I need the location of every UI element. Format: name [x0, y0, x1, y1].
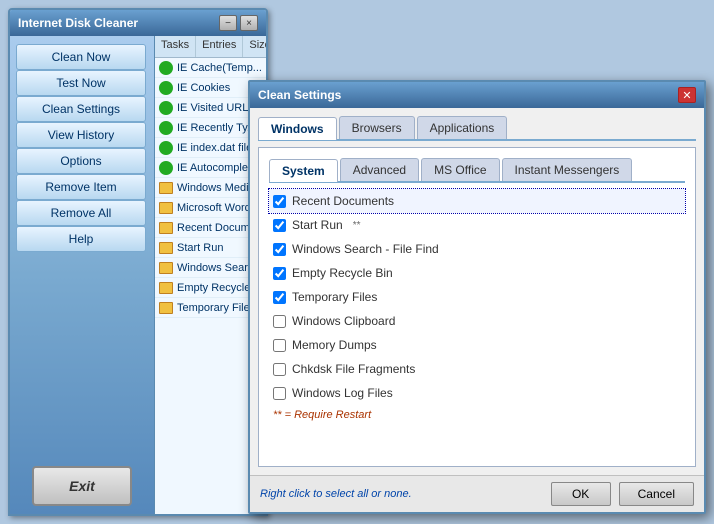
outer-tab-windows[interactable]: Windows [258, 117, 337, 140]
task-name-label: IE Visited URL... [177, 102, 258, 114]
col-entries: Entries [196, 36, 243, 57]
require-restart-hint: ** = Require Restart [269, 405, 685, 425]
outer-tab-row: WindowsBrowsersApplications [258, 116, 696, 141]
inner-tab-ms-office[interactable]: MS Office [421, 158, 499, 181]
green-dot-icon [159, 141, 173, 155]
sidebar-btn-remove-item[interactable]: Remove Item [16, 174, 146, 200]
inner-tab-instant-messengers[interactable]: Instant Messengers [502, 158, 633, 181]
task-name-label: IE Cache(Temp... [177, 62, 262, 74]
checkbox-memory-dumps[interactable] [273, 339, 286, 352]
tasks-header: Tasks Entries Size(KB) Status [155, 36, 266, 58]
inner-tab-system[interactable]: System [269, 159, 338, 182]
green-dot-icon [159, 81, 173, 95]
dialog-title: Clean Settings [258, 88, 341, 102]
ok-button[interactable]: OK [551, 482, 611, 506]
folder-icon [159, 201, 173, 215]
exit-button[interactable]: Exit [32, 466, 132, 506]
cancel-button[interactable]: Cancel [619, 482, 694, 506]
checkbox-empty-recycle-bin[interactable] [273, 267, 286, 280]
main-titlebar: Internet Disk Cleaner − × [10, 10, 266, 36]
checkbox-start-run[interactable] [273, 219, 286, 232]
right-click-hint: Right click to select all or none. [260, 488, 412, 500]
minimize-button[interactable]: − [219, 15, 237, 31]
folder-icon [159, 181, 173, 195]
green-dot-icon [159, 161, 173, 175]
checkbox-label-windows-search: Windows Search - File Find [292, 242, 439, 256]
checkbox-row-start-run: Start Run ** [269, 213, 685, 237]
outer-tab-applications[interactable]: Applications [417, 116, 508, 139]
checkbox-label-chkdsk-file-fragments: Chkdsk File Fragments [292, 362, 415, 376]
folder-icon [159, 301, 173, 315]
dialog-footer: Right click to select all or none. OK Ca… [250, 475, 704, 512]
checkbox-chkdsk-file-fragments[interactable] [273, 363, 286, 376]
main-window: Internet Disk Cleaner − × Clean NowTest … [8, 8, 268, 516]
checkbox-row-empty-recycle-bin: Empty Recycle Bin [269, 261, 685, 285]
checkbox-recent-documents[interactable] [273, 195, 286, 208]
dialog-body: WindowsBrowsersApplications SystemAdvanc… [250, 108, 704, 475]
sidebar-btn-clean-now[interactable]: Clean Now [16, 44, 146, 70]
dialog-titlebar: Clean Settings ✕ [250, 82, 704, 108]
checkbox-row-temporary-files: Temporary Files [269, 285, 685, 309]
checkbox-label-recent-documents: Recent Documents [292, 194, 394, 208]
checkbox-label-windows-clipboard: Windows Clipboard [292, 314, 395, 328]
folder-icon [159, 281, 173, 295]
dialog-close-button[interactable]: ✕ [678, 87, 696, 103]
checkbox-row-recent-documents: Recent Documents [269, 189, 685, 213]
checkbox-label-memory-dumps: Memory Dumps [292, 338, 377, 352]
inner-panel: SystemAdvancedMS OfficeInstant Messenger… [258, 147, 696, 467]
checkbox-label-temporary-files: Temporary Files [292, 290, 377, 304]
footer-buttons: OK Cancel [551, 482, 694, 506]
inner-tab-advanced[interactable]: Advanced [340, 158, 419, 181]
sidebar-btn-view-history[interactable]: View History [16, 122, 146, 148]
task-name-label: Temporary Files [177, 302, 255, 314]
checkbox-row-chkdsk-file-fragments: Chkdsk File Fragments [269, 357, 685, 381]
checkbox-label-empty-recycle-bin: Empty Recycle Bin [292, 266, 393, 280]
checkbox-windows-search[interactable] [273, 243, 286, 256]
checkbox-temporary-files[interactable] [273, 291, 286, 304]
task-name-label: IE Cookies [177, 82, 230, 94]
checkbox-windows-clipboard[interactable] [273, 315, 286, 328]
sidebar-btn-test-now[interactable]: Test Now [16, 70, 146, 96]
folder-icon [159, 261, 173, 275]
folder-icon [159, 221, 173, 235]
green-dot-icon [159, 121, 173, 135]
checkbox-row-windows-log-files: Windows Log Files [269, 381, 685, 405]
checkbox-suffix-start-run: ** [353, 220, 361, 231]
close-button[interactable]: × [240, 15, 258, 31]
checkbox-label-windows-log-files: Windows Log Files [292, 386, 393, 400]
outer-tab-browsers[interactable]: Browsers [339, 116, 415, 139]
sidebar-btn-help[interactable]: Help [16, 226, 146, 252]
checkbox-row-windows-clipboard: Windows Clipboard [269, 309, 685, 333]
main-window-title: Internet Disk Cleaner [18, 16, 138, 30]
clean-settings-dialog: Clean Settings ✕ WindowsBrowsersApplicat… [248, 80, 706, 514]
sidebar-btn-remove-all[interactable]: Remove All [16, 200, 146, 226]
checkbox-label-start-run: Start Run [292, 218, 343, 232]
folder-icon [159, 241, 173, 255]
sidebar: Clean NowTest NowClean SettingsView Hist… [10, 36, 155, 514]
task-name-label: Start Run [177, 242, 223, 254]
titlebar-controls: − × [219, 15, 258, 31]
sidebar-btn-options[interactable]: Options [16, 148, 146, 174]
green-dot-icon [159, 61, 173, 75]
checkbox-windows-log-files[interactable] [273, 387, 286, 400]
col-size: Size(KB) [243, 36, 266, 57]
col-tasks: Tasks [155, 36, 196, 57]
checkbox-row-windows-search: Windows Search - File Find [269, 237, 685, 261]
checkbox-list: Recent Documents Start Run ** Windows Searc… [269, 189, 685, 405]
main-body: Clean NowTest NowClean SettingsView Hist… [10, 36, 266, 514]
sidebar-btn-clean-settings[interactable]: Clean Settings [16, 96, 146, 122]
sidebar-spacer [16, 256, 148, 264]
inner-tab-row: SystemAdvancedMS OfficeInstant Messenger… [269, 158, 685, 183]
green-dot-icon [159, 101, 173, 115]
checkbox-row-memory-dumps: Memory Dumps [269, 333, 685, 357]
task-name-label: IE Recently Ty... [177, 122, 256, 134]
table-row[interactable]: IE Cache(Temp... [155, 58, 266, 78]
task-name-label: IE index.dat file [177, 142, 252, 154]
